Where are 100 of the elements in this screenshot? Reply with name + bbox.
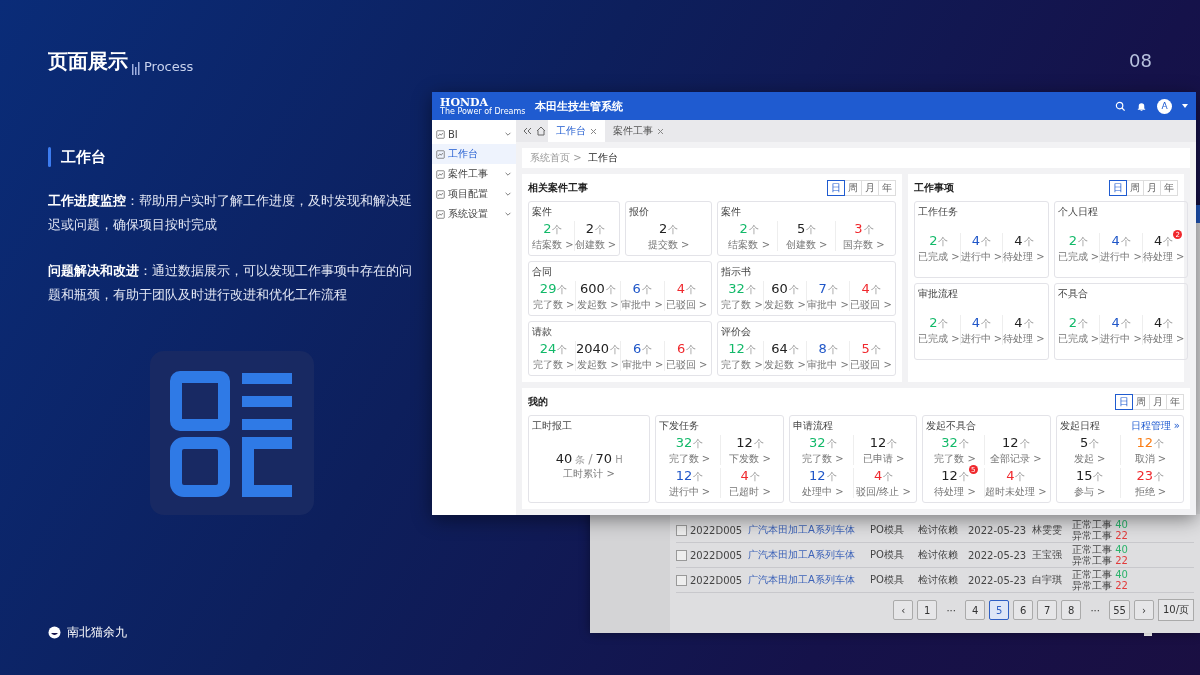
stat-link[interactable]: 工时累计 > (563, 467, 615, 480)
stat-link[interactable]: 审批中 > (807, 358, 849, 371)
stat-link[interactable]: 已完成 > (918, 250, 960, 263)
stat-link[interactable]: 发起数 > (577, 358, 619, 371)
stat-link[interactable]: 结案数 > (532, 238, 574, 251)
page-button[interactable]: 5 (989, 600, 1010, 620)
row-checkbox[interactable] (676, 524, 687, 536)
breadcrumb-item[interactable]: 系统首页 > (530, 151, 582, 165)
chevron-down-icon[interactable] (504, 170, 512, 178)
page-button[interactable]: › (1133, 600, 1154, 620)
period-tab[interactable]: 年 (1160, 180, 1178, 196)
stat-link[interactable]: 进行中 > (960, 250, 1003, 263)
stat-link[interactable]: 完了数 > (721, 358, 763, 371)
stat-link[interactable]: 已驳回 > (850, 298, 892, 311)
stat-link[interactable]: 下发数 > (729, 452, 771, 465)
page-button[interactable]: 1 (917, 600, 938, 620)
stat-link[interactable]: 超时未处理 > (985, 485, 1047, 498)
stat-link[interactable]: 发起数 > (577, 298, 619, 311)
stat-link[interactable]: 审批中 > (807, 298, 849, 311)
page-button[interactable]: 55 (1109, 600, 1130, 620)
page-button[interactable]: 4 (965, 600, 986, 620)
stat-link[interactable]: 进行中 > (1100, 332, 1142, 345)
stat-link[interactable]: 处理中 > (802, 485, 844, 498)
period-tab[interactable]: 日 (1115, 394, 1133, 410)
stat-link[interactable]: 发起数 > (764, 298, 806, 311)
stat-link[interactable]: 完了数 > (721, 298, 763, 311)
stat-link[interactable]: 进行中 > (668, 485, 711, 498)
stat-link[interactable]: 已驳回 > (850, 358, 892, 371)
search-icon[interactable] (1115, 100, 1126, 112)
stat-link[interactable]: 创建数 > (785, 238, 828, 251)
page-size-select[interactable]: 10/页 (1157, 599, 1194, 621)
period-tab[interactable]: 年 (878, 180, 896, 196)
stat-link[interactable]: 全部记录 > (990, 452, 1042, 465)
period-tab[interactable]: 月 (1143, 180, 1161, 196)
stat-link[interactable]: 待处理 > (1142, 332, 1185, 345)
stat-link[interactable]: 已完成 > (1057, 332, 1100, 345)
page-tab[interactable]: 案件工事 (605, 120, 672, 142)
stat-link[interactable]: 审批中 > (621, 358, 664, 371)
stat-link[interactable]: 进行中 > (960, 332, 1003, 345)
stat-link[interactable]: 待处理 > (1142, 250, 1185, 263)
bell-icon[interactable] (1136, 100, 1147, 112)
stat-link[interactable]: 取消 > (1134, 452, 1167, 465)
sidebar-item[interactable]: 工作台 (432, 144, 516, 164)
stat-link[interactable]: 已完成 > (918, 332, 960, 345)
stat-link[interactable]: 完了数 > (532, 358, 575, 371)
stat-link[interactable]: 已申请 > (862, 452, 905, 465)
stat-link[interactable]: 参与 > (1073, 485, 1106, 498)
stat-link[interactable]: 已驳回 > (665, 358, 708, 371)
stat-link[interactable]: 发起 > (1073, 452, 1106, 465)
caret-icon[interactable] (1182, 104, 1188, 108)
period-tab[interactable]: 周 (844, 180, 862, 196)
period-tab[interactable]: 日 (1109, 180, 1127, 196)
stat-link[interactable]: 发起数 > (764, 358, 806, 371)
sidebar-item[interactable]: BI (432, 124, 516, 144)
period-tab[interactable]: 年 (1166, 394, 1184, 410)
chevron-down-icon[interactable] (504, 190, 512, 198)
stat-link[interactable]: 提交数 > (647, 238, 690, 251)
stat-link[interactable]: 结案数 > (728, 238, 770, 251)
chevron-down-icon[interactable] (504, 210, 512, 218)
stat-link[interactable]: 拒绝 > (1134, 485, 1167, 498)
schedule-link[interactable]: 日程管理 » (1130, 419, 1180, 433)
period-tab[interactable]: 月 (861, 180, 879, 196)
page-button[interactable]: ‹ (893, 600, 914, 620)
stat-link[interactable]: 待处理 > (1003, 250, 1045, 263)
page-button[interactable]: 8 (1061, 600, 1082, 620)
stat-link[interactable]: 完了数 > (668, 452, 711, 465)
stat-link[interactable]: 已超时 > (729, 485, 771, 498)
stat-link[interactable]: 已完成 > (1057, 250, 1100, 263)
chevron-down-icon[interactable] (504, 130, 512, 138)
stat-link[interactable]: 已驳回 > (665, 298, 708, 311)
sidebar-item[interactable]: 项目配置 (432, 184, 516, 204)
page-tab[interactable]: 工作台 (548, 120, 605, 142)
sidebar-item[interactable]: 案件工事 (432, 164, 516, 184)
stat-link[interactable]: 进行中 > (1100, 250, 1142, 263)
row-checkbox[interactable] (676, 549, 687, 561)
page-button[interactable]: ··· (941, 600, 962, 620)
period-tab[interactable]: 月 (1149, 394, 1167, 410)
page-button[interactable]: 6 (1013, 600, 1034, 620)
period-tab[interactable]: 日 (827, 180, 845, 196)
row-checkbox[interactable] (676, 574, 687, 586)
stat-link[interactable]: 完了数 > (532, 298, 575, 311)
sidebar-item[interactable]: 系统设置 (432, 204, 516, 224)
stat-link[interactable]: 待处理 > (1003, 332, 1045, 345)
stat-link[interactable]: 驳回/终止 > (856, 485, 911, 498)
page-button[interactable]: 7 (1037, 600, 1058, 620)
stat-link[interactable]: 国弃数 > (843, 238, 885, 251)
case-link[interactable]: 广汽本田加工A系列车体 (748, 523, 870, 537)
close-icon[interactable] (590, 127, 597, 135)
close-icon[interactable] (657, 127, 664, 135)
stat-link[interactable]: 完了数 > (802, 452, 844, 465)
stat-link[interactable]: 待处理 > (934, 485, 976, 498)
stat-link[interactable]: 创建数 > (574, 238, 617, 251)
case-link[interactable]: 广汽本田加工A系列车体 (748, 573, 870, 587)
stat-link[interactable]: 完了数 > (934, 452, 976, 465)
case-link[interactable]: 广汽本田加工A系列车体 (748, 548, 870, 562)
period-tab[interactable]: 周 (1126, 180, 1144, 196)
stat-link[interactable]: 审批中 > (621, 298, 663, 311)
page-button[interactable]: ··· (1085, 600, 1106, 620)
period-tab[interactable]: 周 (1132, 394, 1150, 410)
user-avatar[interactable]: A (1157, 98, 1172, 114)
